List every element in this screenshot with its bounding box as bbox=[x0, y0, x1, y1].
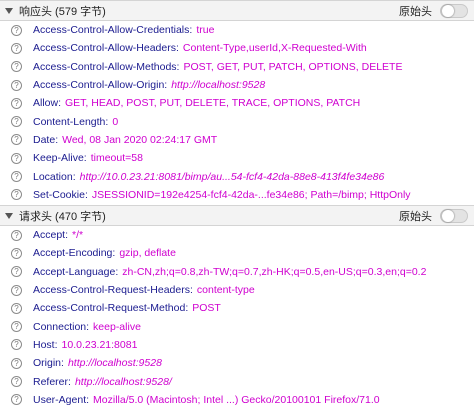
help-icon[interactable]: ? bbox=[11, 189, 22, 201]
header-value[interactable]: */* bbox=[72, 229, 83, 241]
header-row: ? User-Agent: Mozilla/5.0 (Macintosh; Inte… bbox=[0, 391, 474, 409]
raw-headers-toggle[interactable]: 原始头 bbox=[399, 208, 468, 224]
header-name: Access-Control-Allow-Origin bbox=[33, 79, 165, 92]
header-row: ? Content-Length:0 bbox=[0, 112, 474, 130]
header-row: ? Access-Control-Request-Headers: content-… bbox=[0, 281, 474, 299]
header-row: ? Accept-Language: zh-CN,zh;q=0.8,zh-TW;q=… bbox=[0, 263, 474, 281]
header-row: ? Access-Control-Allow-Headers: Content-Ty… bbox=[0, 39, 474, 57]
header-name: Accept-Language bbox=[33, 265, 116, 278]
header-row: ? Location: http://10.0.23.21:8081/bimp/au… bbox=[0, 167, 474, 185]
header-value[interactable]: POST, GET, PUT, PATCH, OPTIONS, DELETE bbox=[183, 61, 402, 73]
request-headers-toggle[interactable]: 请求头 (470 字节) 原始头 bbox=[0, 205, 474, 226]
help-icon[interactable]: ? bbox=[11, 134, 22, 146]
help-icon[interactable]: ? bbox=[11, 266, 22, 278]
header-name: Date bbox=[33, 133, 56, 146]
header-value[interactable]: Content-Type,userId,X-Requested-With bbox=[183, 42, 367, 54]
header-name: Location bbox=[33, 170, 73, 183]
header-value[interactable]: 10.0.23.21:8081 bbox=[62, 339, 138, 351]
header-value[interactable]: Wed, 08 Jan 2020 02:24:17 GMT bbox=[62, 134, 217, 146]
header-value[interactable]: timeout=58 bbox=[91, 152, 143, 164]
header-name: Host bbox=[33, 338, 55, 351]
header-name: Access-Control-Request-Headers bbox=[33, 284, 190, 297]
header-row: ? Accept: */* bbox=[0, 226, 474, 244]
raw-headers-label: 原始头 bbox=[399, 211, 432, 223]
header-value[interactable]: http://localhost:9528 bbox=[171, 79, 265, 91]
header-name: Access-Control-Allow-Methods bbox=[33, 60, 177, 73]
header-name: Keep-Alive bbox=[33, 152, 84, 165]
help-icon[interactable]: ? bbox=[11, 394, 22, 406]
section-title: 响应头 (579 字节) bbox=[19, 5, 106, 18]
help-icon[interactable]: ? bbox=[11, 152, 22, 164]
header-value[interactable]: http://localhost:9528/ bbox=[75, 376, 172, 388]
header-name: Origin bbox=[33, 357, 62, 370]
help-icon[interactable]: ? bbox=[11, 42, 22, 54]
help-icon[interactable]: ? bbox=[11, 321, 22, 333]
header-row: ? Connection: keep-alive bbox=[0, 317, 474, 335]
header-value[interactable]: true bbox=[196, 24, 214, 36]
header-row: ? Date: Wed, 08 Jan 2020 02:24:17 GMT bbox=[0, 131, 474, 149]
header-value[interactable]: 0 bbox=[112, 116, 118, 128]
header-name: Referer bbox=[33, 375, 69, 388]
header-row: ? Keep-Alive: timeout=58 bbox=[0, 149, 474, 167]
help-icon[interactable]: ? bbox=[11, 302, 22, 314]
help-icon[interactable]: ? bbox=[11, 171, 22, 183]
help-icon[interactable]: ? bbox=[11, 79, 22, 91]
header-name: Connection bbox=[33, 320, 87, 333]
raw-headers-switch[interactable] bbox=[440, 209, 468, 223]
chevron-down-icon bbox=[5, 212, 13, 219]
help-icon[interactable]: ? bbox=[11, 284, 22, 296]
header-value[interactable]: gzip, deflate bbox=[119, 247, 176, 259]
header-row: ? Allow: GET, HEAD, POST, PUT, DELETE, TRA… bbox=[0, 94, 474, 112]
switch-knob bbox=[442, 210, 454, 222]
help-icon[interactable]: ? bbox=[11, 97, 22, 109]
raw-headers-toggle[interactable]: 原始头 bbox=[399, 3, 468, 19]
header-name: Content-Length bbox=[33, 115, 106, 128]
header-value[interactable]: http://localhost:9528 bbox=[68, 357, 162, 369]
help-icon[interactable]: ? bbox=[11, 376, 22, 388]
header-row: ? Origin: http://localhost:9528 bbox=[0, 354, 474, 372]
header-row: ? Access-Control-Allow-Origin: http://loca… bbox=[0, 76, 474, 94]
header-value[interactable]: JSESSIONID=192e4254-fcf4-42da-...fe34e86… bbox=[92, 189, 411, 201]
switch-knob bbox=[442, 5, 454, 17]
header-name: Allow bbox=[33, 97, 59, 110]
header-value[interactable]: POST bbox=[192, 302, 221, 314]
help-icon[interactable]: ? bbox=[11, 357, 22, 369]
header-row: ? Access-Control-Allow-Methods: POST, GET,… bbox=[0, 58, 474, 76]
help-icon[interactable]: ? bbox=[11, 116, 22, 128]
header-row: ? Referer: http://localhost:9528/ bbox=[0, 372, 474, 390]
header-value[interactable]: keep-alive bbox=[93, 321, 141, 333]
header-name: Accept bbox=[33, 229, 66, 242]
header-value[interactable]: GET, HEAD, POST, PUT, DELETE, TRACE, OPT… bbox=[65, 97, 360, 109]
help-icon[interactable]: ? bbox=[11, 24, 22, 36]
header-name: Accept-Encoding bbox=[33, 247, 113, 260]
header-value[interactable]: Mozilla/5.0 (Macintosh; Intel ...) Gecko… bbox=[93, 394, 380, 406]
header-name: Access-Control-Allow-Headers bbox=[33, 42, 176, 55]
header-row: ? Host:10.0.23.21:8081 bbox=[0, 336, 474, 354]
header-row: ? Access-Control-Allow-Credentials: true bbox=[0, 21, 474, 39]
response-headers-section: 响应头 (579 字节) 原始头 ? Access-Control-Allow-C… bbox=[0, 0, 474, 205]
help-icon[interactable]: ? bbox=[11, 247, 22, 259]
response-headers-toggle[interactable]: 响应头 (579 字节) 原始头 bbox=[0, 0, 474, 21]
header-name: User-Agent bbox=[33, 393, 87, 406]
help-icon[interactable]: ? bbox=[11, 229, 22, 241]
header-row: ? Access-Control-Request-Method: POST bbox=[0, 299, 474, 317]
header-name: Access-Control-Allow-Credentials bbox=[33, 24, 190, 37]
chevron-down-icon bbox=[5, 7, 13, 14]
header-value[interactable]: content-type bbox=[197, 284, 255, 296]
help-icon[interactable]: ? bbox=[11, 339, 22, 351]
raw-headers-switch[interactable] bbox=[440, 4, 468, 18]
header-name: Access-Control-Request-Method bbox=[33, 302, 186, 315]
header-row: ? Set-Cookie: JSESSIONID=192e4254-fcf4-42d… bbox=[0, 186, 474, 204]
help-icon[interactable]: ? bbox=[11, 61, 22, 73]
raw-headers-label: 原始头 bbox=[399, 6, 432, 18]
header-row: ? Accept-Encoding: gzip, deflate bbox=[0, 244, 474, 262]
section-title: 请求头 (470 字节) bbox=[19, 210, 106, 223]
header-value[interactable]: http://10.0.23.21:8081/bimp/au...54-fcf4… bbox=[80, 171, 385, 183]
header-value[interactable]: zh-CN,zh;q=0.8,zh-TW;q=0.7,zh-HK;q=0.5,e… bbox=[122, 266, 426, 278]
header-name: Set-Cookie bbox=[33, 188, 85, 201]
request-headers-section: 请求头 (470 字节) 原始头 ? Accept: */* ? Accept-Enc… bbox=[0, 205, 474, 409]
